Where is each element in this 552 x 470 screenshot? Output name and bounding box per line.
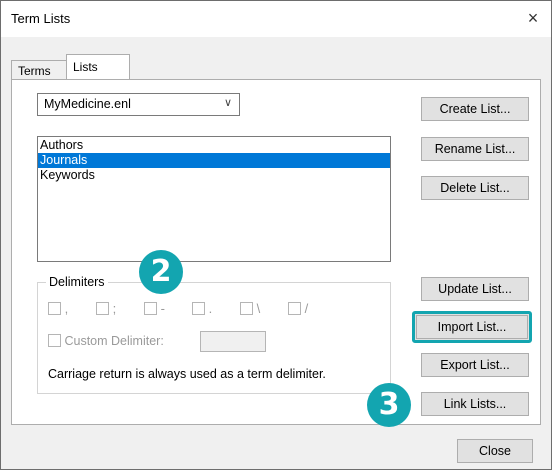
checkbox-icon: [48, 334, 61, 347]
step-2-badge: 2: [139, 250, 183, 294]
list-item[interactable]: Journals: [38, 153, 390, 168]
link-lists-button[interactable]: Link Lists...: [421, 392, 529, 416]
delimiter-options: , ; - . \ /: [48, 301, 368, 317]
checkbox-icon: [240, 302, 253, 315]
delimiter-slash-checkbox[interactable]: /: [288, 301, 308, 316]
close-button[interactable]: Close: [457, 439, 533, 463]
delimiters-group-label: Delimiters: [46, 275, 108, 289]
export-list-button[interactable]: Export List...: [421, 353, 529, 377]
create-list-button[interactable]: Create List...: [421, 97, 529, 121]
delimiter-note: Carriage return is always used as a term…: [48, 367, 326, 381]
delimiter-hyphen-checkbox[interactable]: -: [144, 301, 165, 316]
library-select[interactable]: MyMedicine.enl ∨: [37, 93, 240, 116]
delimiter-comma-checkbox[interactable]: ,: [48, 301, 68, 316]
checkbox-icon: [288, 302, 301, 315]
checkbox-icon: [48, 302, 61, 315]
chevron-down-icon: ∨: [223, 97, 232, 109]
term-lists-dialog: Term Lists × Terms Lists MyMedicine.enl …: [0, 0, 552, 470]
checkbox-icon: [96, 302, 109, 315]
import-list-button[interactable]: Import List...: [412, 311, 532, 343]
delete-list-button[interactable]: Delete List...: [421, 176, 529, 200]
lists-tab-panel: MyMedicine.enl ∨ Authors Journals Keywor…: [11, 79, 541, 427]
tab-lists[interactable]: Lists: [66, 54, 130, 79]
delimiter-backslash-checkbox[interactable]: \: [240, 301, 260, 316]
update-list-button[interactable]: Update List...: [421, 277, 529, 301]
list-item[interactable]: Keywords: [38, 168, 390, 183]
list-item[interactable]: Authors: [38, 138, 390, 153]
window-title: Term Lists: [11, 11, 71, 26]
delimiter-period-checkbox[interactable]: .: [192, 301, 212, 316]
rename-list-button[interactable]: Rename List...: [421, 137, 529, 161]
delimiter-semicolon-checkbox[interactable]: ;: [96, 301, 116, 316]
tab-terms[interactable]: Terms: [11, 60, 67, 80]
delimiters-group: Delimiters , ; - . \ / Custom Delimiter:…: [37, 275, 391, 394]
custom-delimiter-checkbox[interactable]: Custom Delimiter:: [48, 334, 164, 348]
library-select-value: MyMedicine.enl: [44, 97, 131, 111]
step-3-badge: 3: [367, 383, 411, 427]
checkbox-icon: [144, 302, 157, 315]
custom-delimiter-field[interactable]: [200, 331, 266, 352]
import-list-label: Import List...: [416, 315, 528, 339]
checkbox-icon: [192, 302, 205, 315]
term-lists-listbox[interactable]: Authors Journals Keywords: [37, 136, 391, 262]
title-bar: Term Lists ×: [1, 1, 551, 37]
close-icon[interactable]: ×: [519, 5, 547, 31]
